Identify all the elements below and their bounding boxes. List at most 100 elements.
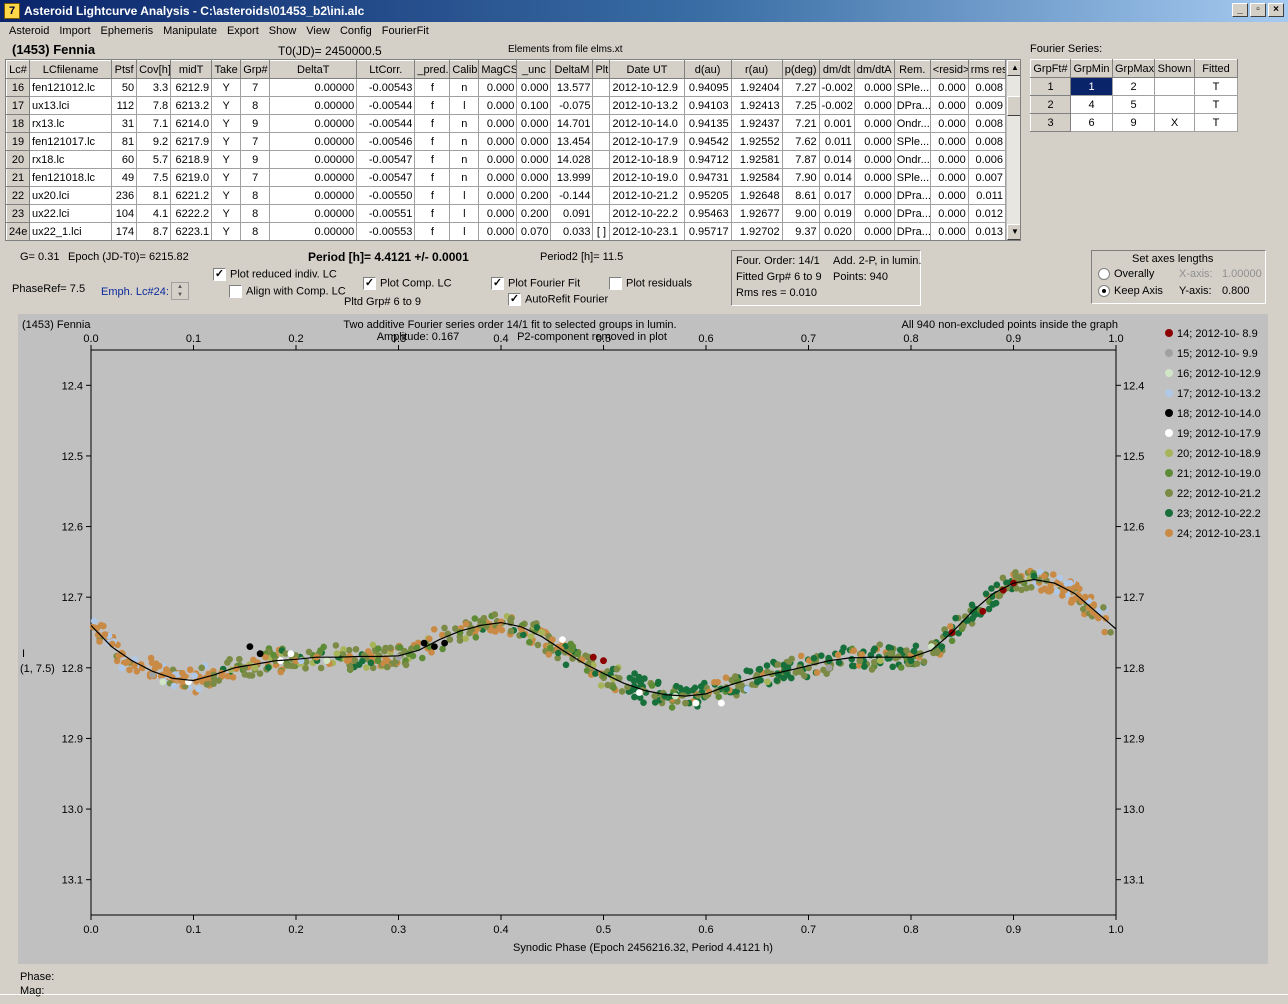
table-cell[interactable]: 9.2 <box>136 132 172 151</box>
autorefit-checkbox[interactable]: ✓ AutoRefit Fourier <box>508 293 608 306</box>
yaxis-value[interactable]: 0.800 <box>1222 285 1250 297</box>
table-cell[interactable]: rx18.lc <box>29 150 113 169</box>
table-cell[interactable]: Y <box>211 96 242 115</box>
row-header[interactable]: 21 <box>6 168 31 187</box>
table-cell[interactable]: 1.92413 <box>730 96 783 115</box>
table-header-cell[interactable]: <resid> <box>929 60 969 79</box>
table-cell[interactable]: f <box>414 150 451 169</box>
fourier-header-cell[interactable]: GrpFt# <box>1030 59 1071 78</box>
table-cell[interactable]: 0.000 <box>478 204 518 223</box>
table-cell[interactable]: 0.000 <box>853 150 895 169</box>
table-cell[interactable]: 0.000 <box>929 132 969 151</box>
table-cell[interactable]: 0.017 <box>818 186 855 205</box>
table-cell[interactable] <box>592 186 611 205</box>
menu-show[interactable]: Show <box>264 23 302 41</box>
table-cell[interactable]: 0.200 <box>516 186 552 205</box>
table-cell[interactable]: 0.008 <box>967 78 1007 97</box>
table-cell[interactable]: 7 <box>240 168 271 187</box>
table-cell[interactable]: 13.999 <box>550 168 594 187</box>
table-cell[interactable]: 1.92584 <box>730 168 783 187</box>
table-cell[interactable]: 0.95463 <box>683 204 732 223</box>
table-cell[interactable]: l <box>449 186 480 205</box>
table-header-cell[interactable]: Lc# <box>6 60 31 79</box>
fourier-row-header[interactable]: 3 <box>1030 113 1071 132</box>
table-cell[interactable]: -0.00543 <box>356 78 416 97</box>
table-cell[interactable]: 6221.2 <box>170 186 213 205</box>
fourier-cell[interactable]: 4 <box>1070 95 1113 114</box>
table-cell[interactable]: 0.019 <box>818 204 855 223</box>
table-cell[interactable]: 31 <box>111 114 138 133</box>
table-cell[interactable]: -0.00547 <box>356 168 416 187</box>
table-cell[interactable]: 0.000 <box>929 78 969 97</box>
table-cell[interactable]: 0.00000 <box>269 186 358 205</box>
table-cell[interactable]: 0.94135 <box>683 114 732 133</box>
table-cell[interactable]: fen121017.lc <box>29 132 113 151</box>
menu-view[interactable]: View <box>301 23 335 41</box>
table-cell[interactable]: 0.014 <box>818 150 855 169</box>
table-cell[interactable]: 0.000 <box>478 168 518 187</box>
table-cell[interactable]: 0.94542 <box>683 132 732 151</box>
table-cell[interactable]: 13.454 <box>550 132 594 151</box>
table-cell[interactable]: 1.92404 <box>730 78 783 97</box>
table-cell[interactable]: 0.95717 <box>683 222 732 240</box>
table-row[interactable]: 18 rx13.lc 31 7.1 6214.0 Y 9 0.00000 -0.00544 f n 0… <box>6 114 1007 133</box>
table-header-cell[interactable]: dm/dtA <box>853 60 895 79</box>
menu-ephemeris[interactable]: Ephemeris <box>96 23 159 41</box>
table-cell[interactable]: 9.37 <box>781 222 820 240</box>
row-header[interactable]: 24e <box>6 222 31 240</box>
table-cell[interactable]: 0.000 <box>853 186 895 205</box>
table-cell[interactable]: 0.000 <box>853 204 895 223</box>
table-header-cell[interactable]: Take <box>211 60 242 79</box>
table-cell[interactable]: n <box>449 132 480 151</box>
row-header[interactable]: 16 <box>6 78 31 97</box>
fourier-cell[interactable]: 5 <box>1112 95 1155 114</box>
table-cell[interactable]: 9.00 <box>781 204 820 223</box>
table-header-cell[interactable]: DeltaM <box>550 60 594 79</box>
table-cell[interactable]: 49 <box>111 168 138 187</box>
table-cell[interactable]: 112 <box>111 96 138 115</box>
table-cell[interactable] <box>592 114 611 133</box>
table-header-cell[interactable]: Ptsf <box>111 60 138 79</box>
table-cell[interactable]: rx13.lc <box>29 114 113 133</box>
table-cell[interactable]: f <box>414 96 451 115</box>
table-cell[interactable]: 81 <box>111 132 138 151</box>
lightcurve-plot[interactable]: (1453) Fennia Two additive Fourier serie… <box>18 314 1268 964</box>
table-cell[interactable]: 0.000 <box>853 132 895 151</box>
table-cell[interactable]: 174 <box>111 222 138 240</box>
table-cell[interactable]: 50 <box>111 78 138 97</box>
table-cell[interactable]: Y <box>211 222 242 240</box>
table-header-cell[interactable]: _pred. <box>414 60 451 79</box>
table-cell[interactable]: -0.002 <box>818 78 855 97</box>
table-cell[interactable]: 8 <box>240 186 271 205</box>
table-cell[interactable]: 9 <box>240 150 271 169</box>
table-cell[interactable]: 0.00000 <box>269 114 358 133</box>
row-header[interactable]: 20 <box>6 150 31 169</box>
table-cell[interactable]: 2012-10-23.1 <box>609 222 685 240</box>
table-cell[interactable]: 0.00000 <box>269 222 358 240</box>
fourier-cell[interactable]: T <box>1194 113 1238 132</box>
table-cell[interactable]: 0.000 <box>853 168 895 187</box>
table-cell[interactable]: 1.92702 <box>730 222 783 240</box>
table-cell[interactable]: 2012-10-22.2 <box>609 204 685 223</box>
table-row[interactable]: 17 ux13.lci 112 7.8 6213.2 Y 8 0.00000 -0.00544 f… <box>6 96 1007 115</box>
scroll-up-button[interactable]: ▲ <box>1007 60 1020 76</box>
table-cell[interactable]: 7.87 <box>781 150 820 169</box>
table-row[interactable]: 24e ux22_1.lci 174 8.7 6223.1 Y 8 0.00000 -0.005… <box>6 222 1007 240</box>
table-cell[interactable]: n <box>449 114 480 133</box>
fourier-cell[interactable]: X <box>1154 113 1195 132</box>
fourier-cell[interactable] <box>1154 95 1195 114</box>
table-cell[interactable]: n <box>449 150 480 169</box>
row-header[interactable]: 23 <box>6 204 31 223</box>
table-cell[interactable]: 8.7 <box>136 222 172 240</box>
table-header-cell[interactable]: Rem. <box>893 60 931 79</box>
table-cell[interactable] <box>592 204 611 223</box>
table-cell[interactable]: ux20.lci <box>29 186 113 205</box>
table-header-cell[interactable]: p(deg) <box>781 60 820 79</box>
table-cell[interactable]: 7 <box>240 132 271 151</box>
table-row[interactable]: 22 ux20.lci 236 8.1 6221.2 Y 8 0.00000 -0.00550 f… <box>6 186 1007 205</box>
table-cell[interactable]: 6217.9 <box>170 132 213 151</box>
table-cell[interactable]: 7.62 <box>781 132 820 151</box>
table-cell[interactable]: 1.92552 <box>730 132 783 151</box>
table-cell[interactable]: 0.001 <box>818 114 855 133</box>
table-cell[interactable]: 0.000 <box>516 150 552 169</box>
